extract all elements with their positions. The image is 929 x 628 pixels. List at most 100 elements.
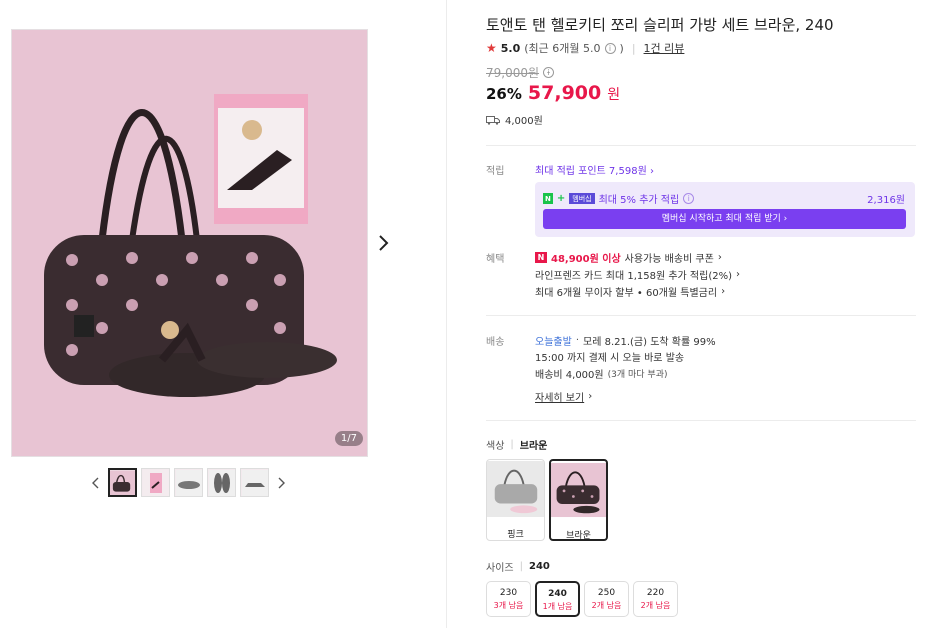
star-icon: ★	[486, 41, 497, 55]
delivery-fee-note: (3개 마다 부과)	[607, 370, 668, 380]
color-label-row: 색상 | 브라운	[486, 437, 547, 452]
main-product-image[interactable]: 1/7	[11, 29, 368, 457]
max-points-link[interactable]: 최대 적립 포인트 7,598원 ›	[535, 162, 654, 177]
coupon-benefit[interactable]: N 48,900원 이상 사용가능 배송비 쿠폰 ›	[535, 250, 722, 265]
thumbnail-image	[175, 469, 202, 496]
shipping-fee: 4,000원	[505, 116, 543, 127]
size-stock: 2개 남음	[640, 601, 671, 610]
size-value: 220	[646, 588, 665, 598]
price-row: 26% 57,900 원	[486, 82, 620, 104]
coupon-text: 사용가능 배송비 쿠폰	[624, 254, 714, 265]
max-points-text: 최대 적립 포인트 7,598원	[535, 166, 647, 177]
product-title: 토앤토 탠 헬로키티 쪼리 슬리퍼 가방 세트 브라운, 240	[486, 16, 834, 34]
size-selected: 240	[528, 561, 550, 572]
panel-divider	[446, 0, 447, 628]
thumbnail-image	[142, 469, 169, 496]
membership-row: N + 멤버십 최대 5% 추가 적립 i	[543, 191, 695, 206]
thumbnail-2[interactable]	[141, 468, 170, 497]
thumbnail-4[interactable]	[207, 468, 236, 497]
color-option-pink[interactable]: 핑크	[486, 459, 545, 541]
truck-icon	[486, 115, 500, 125]
color-option-brown[interactable]: 브라운	[549, 459, 608, 541]
membership-amount: 2,316원	[867, 195, 905, 206]
option-image	[551, 462, 606, 518]
naver-badge: N	[543, 193, 553, 204]
delivery-arrival: 오늘출발 · 모레 8.21.(금) 도착 확률 99%	[535, 333, 716, 348]
size-label-row: 사이즈 | 240	[486, 559, 550, 574]
size-option-230[interactable]: 230 3개 남음	[486, 581, 531, 617]
size-stock: 2개 남음	[591, 601, 622, 610]
size-option-220[interactable]: 220 2개 남음	[633, 581, 678, 617]
sale-price: 57,900	[527, 82, 602, 104]
shipping-row: 4,000원	[486, 112, 543, 127]
chevron-right-icon: ›	[588, 391, 593, 402]
thumbnail-image	[241, 469, 268, 496]
thumbnail-image	[208, 469, 235, 496]
info-icon[interactable]: i	[683, 193, 695, 204]
discount-rate: 26%	[486, 85, 522, 103]
rating-recent: (최근 6개월 5.0	[524, 42, 601, 55]
delivery-cutoff: 15:00 까지 결제 시 오늘 바로 발송	[535, 349, 684, 364]
chevron-right-icon	[278, 477, 285, 488]
benefits-label: 혜택	[486, 254, 505, 265]
info-icon[interactable]: i	[604, 42, 616, 54]
chevron-right-icon: ›	[717, 252, 722, 263]
chevron-right-icon: ›	[736, 269, 740, 280]
points-label: 적립	[486, 166, 505, 177]
thumbnail-next-button[interactable]	[273, 473, 289, 493]
membership-badge: 멤버십	[569, 193, 595, 204]
currency-label: 원	[607, 87, 621, 103]
option-label: 브라운	[566, 531, 591, 541]
rating-recent-close: )	[619, 41, 624, 55]
today-dispatch-badge: 오늘출발	[535, 337, 572, 348]
divider	[486, 420, 916, 421]
card-benefit[interactable]: 라인프렌즈 카드 최대 1,158원 추가 적립(2%) ›	[535, 267, 740, 282]
size-label: 사이즈	[486, 563, 514, 574]
separator: |	[519, 561, 523, 572]
delivery-details-link[interactable]: 자세히 보기 ›	[535, 389, 592, 404]
chevron-left-icon	[92, 477, 99, 488]
card-benefit-text: 라인프렌즈 카드 최대 1,158원 추가 적립(2%)	[535, 271, 732, 282]
membership-button-label: 멤버십 시작하고 최대 적립 받기	[661, 214, 781, 224]
price-info-icon[interactable]: i	[543, 67, 555, 78]
original-price-value: 79,000원	[486, 66, 540, 80]
thumbnail-1[interactable]	[108, 468, 137, 497]
installment-text: 최대 6개월 무이자 할부 • 60개월 특별금리	[535, 288, 718, 299]
color-selected: 브라운	[519, 441, 548, 452]
rating-value: 5.0	[500, 41, 521, 55]
size-option-250[interactable]: 250 2개 남음	[584, 581, 629, 617]
size-value: 230	[499, 588, 518, 598]
thumbnail-3[interactable]	[174, 468, 203, 497]
plus-icon: +	[556, 193, 566, 204]
rating-row: ★ 5.0 (최근 6개월 5.0 i) | 1건 리뷰	[486, 40, 684, 56]
divider	[486, 145, 916, 146]
size-value: 240	[548, 589, 567, 599]
thumbnail-5[interactable]	[240, 468, 269, 497]
separator: |	[510, 439, 514, 450]
membership-box: N + 멤버십 최대 5% 추가 적립 i 2,316원 멤버십 시작하고 최대 적…	[535, 182, 915, 237]
size-value: 250	[597, 588, 616, 598]
product-photo	[12, 30, 367, 456]
details-link-text: 자세히 보기	[535, 393, 585, 404]
original-price: 79,000원 i	[486, 64, 555, 81]
thumbnail-strip	[88, 468, 289, 497]
separator: |	[631, 41, 636, 55]
divider	[486, 315, 916, 316]
delivery-fee-text: 배송비 4,000원	[535, 370, 604, 381]
next-image-button[interactable]	[377, 233, 391, 253]
chevron-right-icon: ›	[721, 286, 726, 297]
coupon-amount: 48,900원 이상	[551, 254, 621, 265]
size-stock: 3개 남음	[493, 601, 524, 610]
review-link[interactable]: 1건 리뷰	[644, 40, 685, 56]
option-image	[487, 460, 544, 518]
arrival-estimate: 모레 8.21.(금) 도착 확률 99%	[583, 337, 716, 348]
membership-start-button[interactable]: 멤버십 시작하고 최대 적립 받기 ›	[543, 209, 906, 229]
installment-benefit[interactable]: 최대 6개월 무이자 할부 • 60개월 특별금리 ›	[535, 284, 725, 299]
thumbnail-prev-button[interactable]	[88, 473, 104, 493]
separator-dot: ·	[575, 335, 579, 346]
chevron-right-icon: ›	[649, 166, 654, 177]
option-label: 핑크	[507, 530, 524, 540]
delivery-fee: 배송비 4,000원 (3개 마다 부과)	[535, 366, 667, 381]
chevron-right-icon	[379, 235, 389, 251]
size-option-240[interactable]: 240 1개 남음	[535, 581, 580, 617]
